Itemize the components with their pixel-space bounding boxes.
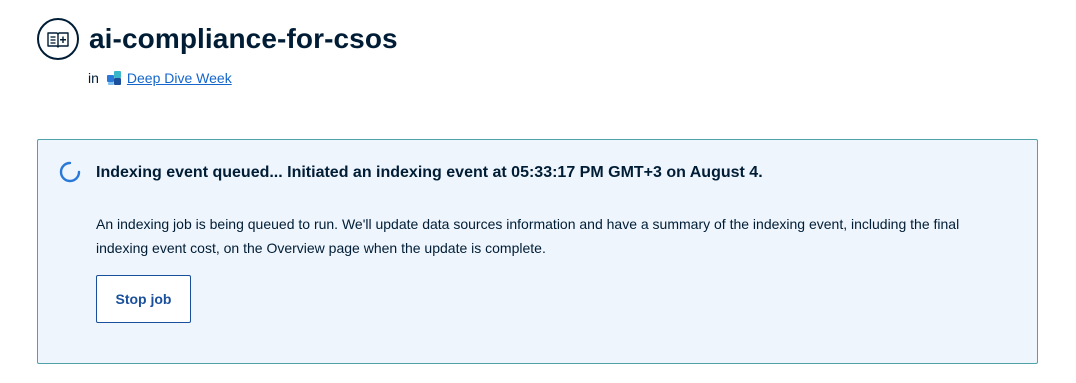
- stop-job-button[interactable]: Stop job: [96, 275, 191, 323]
- page: ai-compliance-for-csos in Deep Dive Week…: [0, 0, 1076, 383]
- page-title: ai-compliance-for-csos: [89, 23, 398, 54]
- space-link[interactable]: Deep Dive Week: [127, 70, 232, 86]
- page-header: ai-compliance-for-csos: [37, 18, 398, 60]
- space-breadcrumb: in Deep Dive Week: [88, 70, 232, 86]
- banner-message: An indexing job is being queued to run. …: [96, 216, 960, 256]
- indexing-status-banner: Indexing event queued... Initiated an in…: [37, 139, 1038, 364]
- space-icon: [106, 71, 121, 85]
- banner-title: Indexing event queued... Initiated an in…: [96, 164, 763, 181]
- loading-spinner-icon: [59, 161, 81, 183]
- knowledge-base-icon: [37, 18, 79, 60]
- in-label: in: [88, 70, 99, 86]
